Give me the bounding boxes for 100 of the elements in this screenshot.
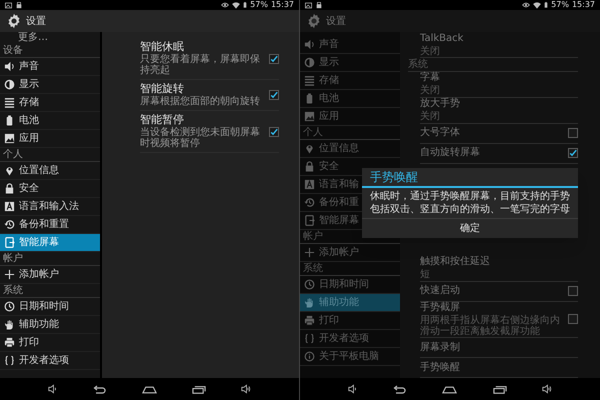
- recent-apps-icon: [492, 384, 507, 394]
- location-pin-icon: [304, 143, 315, 154]
- sidebar-item[interactable]: 辅助功能: [300, 294, 400, 312]
- usb-icon: [16, 2, 22, 8]
- checkbox[interactable]: [568, 286, 578, 296]
- printer-icon: [304, 315, 315, 326]
- sidebar-item[interactable]: 添加帐户: [0, 266, 100, 284]
- sidebar-label: 存储: [19, 98, 39, 108]
- clock-time: 15:37: [572, 1, 595, 9]
- sidebar-item[interactable]: 电池: [0, 112, 100, 130]
- sidebar-label: 开发者选项: [19, 356, 69, 366]
- back-icon: [393, 384, 408, 394]
- checkbox[interactable]: [269, 54, 279, 64]
- recent-apps-icon: [192, 384, 206, 394]
- storage-icon: [304, 75, 315, 86]
- printer-icon: [4, 337, 15, 348]
- screen-title: 设置: [326, 14, 346, 28]
- setting-title: 放大手势: [420, 98, 461, 110]
- contrast-icon: [4, 79, 15, 90]
- checkbox[interactable]: [269, 90, 279, 100]
- home-icon: [442, 384, 458, 394]
- section-header: 系统: [0, 284, 100, 298]
- battery-icon: [4, 115, 15, 126]
- image-icon: [304, 111, 315, 122]
- sidebar-item[interactable]: 语言和输入法: [0, 198, 100, 216]
- sidebar-label: 声音: [19, 62, 39, 72]
- setting-title: 字幕: [420, 72, 441, 84]
- section-header: 设备: [0, 44, 100, 58]
- sidebar-label: 开发者选项: [319, 334, 369, 344]
- picture-icon: [305, 2, 312, 8]
- setting-title: 智能休眠: [140, 41, 185, 53]
- eye-icon: [522, 2, 530, 8]
- sidebar-label: 显示: [19, 80, 39, 90]
- battery-percentage: 57%: [250, 1, 268, 9]
- ok-button[interactable]: 确定: [362, 218, 578, 238]
- wifi-icon: [533, 2, 542, 8]
- image-icon: [4, 133, 15, 144]
- gear-icon: [6, 13, 22, 29]
- section-header: 系统: [408, 58, 578, 72]
- sidebar-item[interactable]: 辅助功能: [0, 316, 100, 334]
- setting-description: 关闭: [420, 85, 441, 96]
- sidebar-label: 应用: [19, 134, 39, 144]
- sidebar-item[interactable]: 日期和时间: [0, 298, 100, 316]
- sidebar-label: 安全: [19, 184, 39, 194]
- setting-title: 触摸和按住延迟: [420, 256, 491, 268]
- dialog-title: 手势唤醒: [362, 168, 578, 188]
- checkbox[interactable]: [269, 126, 279, 136]
- usb-icon: [316, 2, 322, 8]
- eye-icon: [221, 2, 230, 8]
- setting-title: 智能暂停: [140, 114, 185, 126]
- restore-icon: [304, 197, 315, 208]
- screen-title: 设置: [26, 14, 46, 28]
- setting-title: 自动旋转屏幕: [420, 147, 481, 159]
- setting-title: 手势唤醒: [420, 362, 461, 374]
- sidebar-label: 电池: [319, 94, 339, 104]
- setting-title: 快速启动: [420, 285, 461, 297]
- sidebar-item[interactable]: 安全: [0, 180, 100, 198]
- storage-icon: [4, 97, 15, 108]
- braces-icon: [304, 333, 315, 344]
- sidebar-label: 备份和重置: [19, 220, 69, 230]
- sidebar-item[interactable]: 显示: [0, 76, 100, 94]
- sidebar-label: 关于平板电脑: [319, 352, 379, 362]
- plus-icon: [4, 269, 15, 280]
- sidebar-item[interactable]: 智能屏幕: [0, 234, 100, 252]
- battery-icon: [243, 1, 248, 9]
- clock-time: 15:37: [270, 1, 294, 9]
- wifi-icon: [232, 2, 240, 8]
- lock-icon: [4, 183, 15, 194]
- sidebar-item[interactable]: 应用: [0, 130, 100, 148]
- menu-item[interactable]: 更多…: [0, 32, 100, 44]
- setting-description: 用两根手指从屏幕右侧边缘向内滑动一段距离触发截屏功能: [420, 314, 561, 337]
- lock-icon: [304, 161, 315, 172]
- sidebar-label: 语言和输入法: [19, 202, 79, 212]
- sidebar-label: 应用: [319, 112, 339, 122]
- sidebar-item[interactable]: 应用: [300, 108, 400, 126]
- checkbox[interactable]: [568, 148, 578, 158]
- sidebar-item[interactable]: 位置信息: [0, 162, 100, 180]
- setting-title: TalkBack: [420, 32, 464, 44]
- sidebar-label: 位置信息: [319, 144, 359, 154]
- restore-icon: [4, 219, 15, 230]
- setting-title: 大号字体: [420, 127, 461, 139]
- checkbox[interactable]: [568, 314, 578, 324]
- clock-icon: [304, 279, 315, 290]
- letter-a-icon: [304, 179, 315, 190]
- sidebar-label: 添加帐户: [319, 248, 359, 258]
- sidebar-item[interactable]: 存储: [0, 94, 100, 112]
- sidebar-label: 日期和时间: [19, 302, 69, 312]
- sidebar-label: 日期和时间: [319, 280, 369, 290]
- sidebar-item[interactable]: 开发者选项: [0, 352, 100, 370]
- sidebar-label: 声音: [319, 40, 339, 50]
- sidebar-item[interactable]: 声音: [0, 58, 100, 76]
- contrast-icon: [304, 57, 315, 68]
- hand-icon: [304, 297, 315, 308]
- plus-icon: [304, 247, 315, 258]
- sidebar-label: 辅助功能: [19, 320, 59, 330]
- speaker-icon: [4, 61, 15, 72]
- braces-icon: [4, 355, 15, 366]
- sidebar-item[interactable]: 打印: [0, 334, 100, 352]
- sidebar-label: 安全: [319, 162, 339, 172]
- checkbox[interactable]: [568, 128, 578, 138]
